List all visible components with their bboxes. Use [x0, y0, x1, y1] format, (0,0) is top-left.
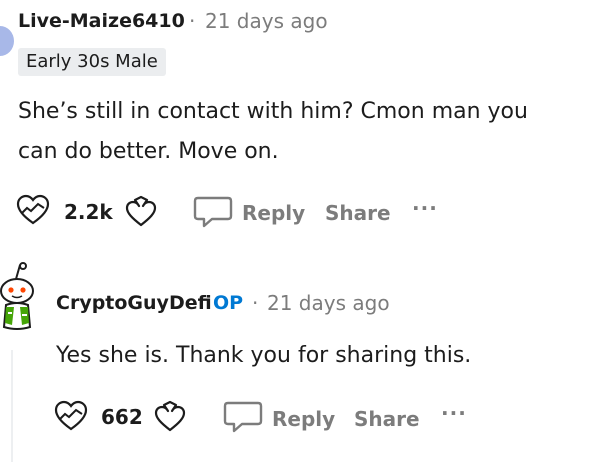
more-options-button[interactable]: ···: [412, 196, 438, 220]
user-flair: Early 30s Male: [18, 48, 166, 76]
avatar[interactable]: [0, 262, 40, 331]
avatar[interactable]: [0, 26, 14, 56]
share-button[interactable]: Share: [354, 407, 420, 431]
meta-separator: ·: [189, 9, 196, 33]
reply-button[interactable]: Reply: [242, 201, 305, 225]
comment-bubble-icon[interactable]: [223, 401, 264, 433]
comment-author[interactable]: Live-Maize6410: [18, 10, 185, 32]
share-button[interactable]: Share: [325, 201, 391, 225]
more-options-button[interactable]: ···: [441, 401, 467, 425]
upvote-count: 2.2k: [64, 200, 113, 224]
upvote-icon[interactable]: [16, 194, 50, 225]
op-badge: OP: [213, 292, 244, 314]
comment-body: Yes she is. Thank you for sharing this.: [56, 343, 472, 368]
comment-author[interactable]: CryptoGuyDefi: [56, 292, 212, 314]
comment-timestamp[interactable]: 21 days ago: [205, 9, 328, 33]
comment-bubble-icon[interactable]: [193, 196, 234, 228]
upvote-count: 662: [101, 405, 143, 429]
downvote-icon[interactable]: [153, 400, 187, 432]
comment-body-line-2: can do better. Move on.: [18, 139, 279, 164]
meta-separator: ·: [252, 291, 259, 315]
reply-button[interactable]: Reply: [272, 407, 335, 431]
upvote-icon[interactable]: [54, 400, 88, 431]
thread-line[interactable]: [11, 350, 13, 462]
comment-body-line-1: She’s still in contact with him? Cmon ma…: [18, 99, 528, 124]
downvote-icon[interactable]: [124, 195, 158, 227]
comment-timestamp[interactable]: 21 days ago: [267, 291, 390, 315]
